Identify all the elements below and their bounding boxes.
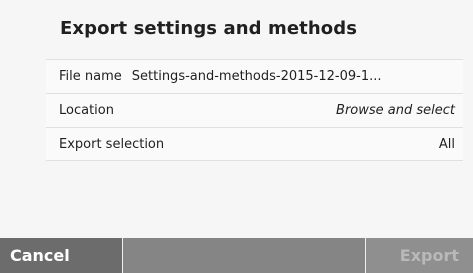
cancel-button[interactable]: Cancel: [0, 238, 123, 273]
settings-list: File name Settings-and-methods-2015-12-0…: [46, 59, 463, 161]
file-name-row[interactable]: File name Settings-and-methods-2015-12-0…: [46, 59, 463, 93]
dialog-title: Export settings and methods: [60, 18, 358, 39]
export-button[interactable]: Export: [365, 238, 473, 273]
location-value: Browse and select: [336, 103, 455, 118]
file-name-value: Settings-and-methods-2015-12-09-1...: [131, 69, 382, 84]
export-selection-label: Export selection: [59, 136, 165, 152]
location-row[interactable]: Location Browse and select: [46, 93, 463, 127]
export-selection-row[interactable]: Export selection All: [46, 127, 463, 161]
export-dialog: Export settings and methods File name Se…: [0, 0, 473, 273]
export-selection-value: All: [438, 136, 455, 152]
file-name-label: File name: [59, 69, 122, 84]
location-label: Location: [59, 103, 114, 118]
